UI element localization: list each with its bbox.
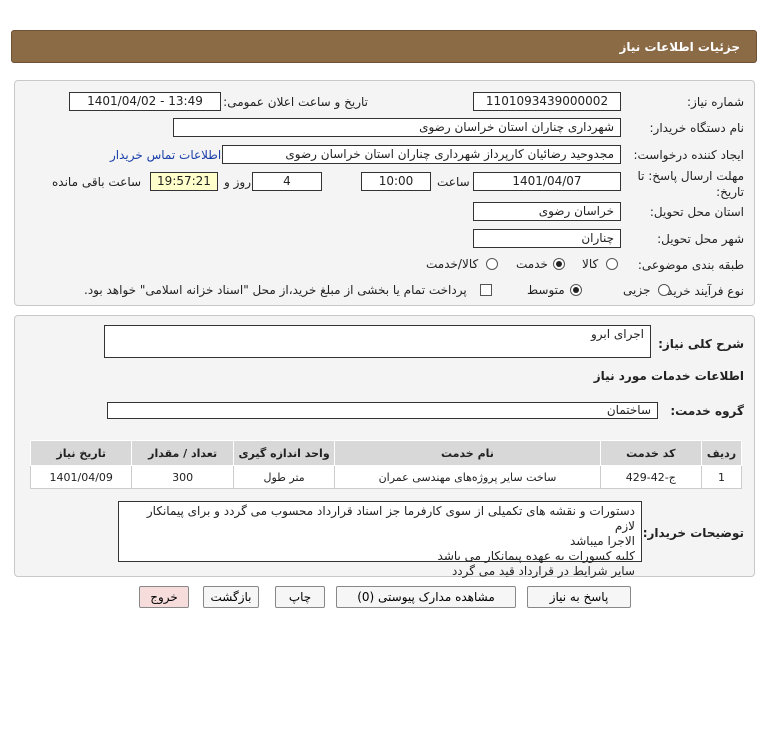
category-option-goods: کالا [582, 257, 599, 271]
col-header-quantity: تعداد / مقدار [131, 440, 234, 466]
deadline-time-field[interactable]: 10:00 [361, 172, 431, 191]
buyer-org-label: نام دستگاه خریدار: [649, 121, 745, 135]
announce-label: تاریخ و ساعت اعلان عمومی: [223, 95, 368, 109]
category-label: طبقه بندی موضوعی: [637, 258, 744, 272]
need-number-label: شماره نیاز: [687, 95, 744, 109]
cell-unit: متر طول [232, 465, 336, 489]
deadline-label: مهلت ارسال پاسخ: تا تاریخ: [637, 169, 744, 199]
province-field[interactable]: خراسان رضوی [473, 202, 621, 221]
buyer-note-line: الاجرا میباشد [569, 534, 635, 548]
process-radio-minor[interactable] [658, 284, 670, 296]
process-label: نوع فرآیند خرید : [659, 284, 744, 298]
treasury-payment-checkbox[interactable] [480, 284, 492, 296]
cell-service-name: ساخت سایر پروژه‌های مهندسی عمران [334, 465, 601, 489]
category-radio-service[interactable] [553, 258, 565, 270]
col-header-service-name: نام خدمت [334, 440, 601, 466]
announce-field[interactable]: 1401/04/02 - 13:49 [69, 92, 221, 111]
page-title: جزئیات اطلاعات نیاز [619, 40, 740, 54]
deadline-time-label: ساعت [437, 175, 470, 189]
col-header-row-number: ردیف [701, 440, 742, 466]
reply-button[interactable]: پاسخ به نیاز [527, 586, 631, 608]
category-radio-goods[interactable] [606, 258, 618, 270]
buyer-org-field[interactable]: شهرداری چناران استان خراسان رضوی [173, 118, 621, 137]
category-radio-goods-service[interactable] [486, 258, 498, 270]
treasury-payment-note: پرداخت تمام یا بخشی از مبلغ خرید،از محل … [84, 283, 467, 297]
contact-info-link[interactable]: اطلاعات تماس خریدار [110, 148, 221, 162]
cell-need-date: 1401/04/09 [29, 465, 133, 489]
page-header: جزئیات اطلاعات نیاز [11, 30, 757, 63]
cell-row-number: 1 [701, 465, 742, 489]
exit-button[interactable]: خروج [139, 586, 189, 608]
deadline-date-field[interactable]: 1401/04/07 [473, 172, 621, 191]
print-button[interactable]: چاپ [275, 586, 325, 608]
cell-quantity: 300 [131, 465, 234, 489]
need-number-field[interactable]: 1101093439000002 [473, 92, 621, 111]
city-field[interactable]: چناران [473, 229, 621, 248]
services-table: ردیف کد خدمت نام خدمت واحد اندازه گیری ت… [29, 440, 742, 489]
buyer-note-line: کلیه کسورات به عهده پیمانکار می باشد [437, 549, 635, 563]
col-header-need-date: تاریخ نیاز [29, 440, 133, 466]
city-label: شهر محل تحویل: [657, 232, 744, 246]
table-row: 1 ج-42-429 ساخت سایر پروژه‌های مهندسی عم… [29, 465, 742, 489]
days-field[interactable]: 4 [252, 172, 322, 191]
service-group-field[interactable]: ساختمان [107, 402, 658, 419]
category-option-goods-service: کالا/خدمت [426, 257, 479, 271]
need-description-field[interactable]: اجرای ابرو [104, 325, 651, 358]
remaining-time-field: 19:57:21 [150, 172, 218, 191]
back-button[interactable]: بازگشت [203, 586, 259, 608]
category-option-service: خدمت [516, 257, 548, 271]
col-header-service-code: کد خدمت [599, 440, 703, 466]
process-radio-medium[interactable] [570, 284, 582, 296]
service-group-label: گروه خدمت: [670, 404, 744, 418]
creator-label: ایجاد کننده درخواست: [633, 148, 744, 162]
cell-service-code: ج-42-429 [599, 465, 703, 489]
province-label: استان محل تحویل: [649, 205, 744, 219]
buyer-notes-box: دستورات و نقشه های تکمیلی از سوی کارفرما… [118, 501, 642, 578]
buyer-note-line: دستورات و نقشه های تکمیلی از سوی کارفرما… [146, 504, 635, 533]
services-section-title: اطلاعات خدمات مورد نیاز [593, 369, 744, 383]
buyer-notes-label: توضیحات خریدار: [642, 526, 744, 540]
remaining-label: ساعت باقی مانده [52, 175, 142, 189]
days-label: روز و [224, 175, 251, 189]
buyer-note-line: سایر شرایط در قرارداد قید می گردد [451, 564, 635, 578]
table-header-row: ردیف کد خدمت نام خدمت واحد اندازه گیری ت… [29, 440, 742, 466]
process-option-minor: جزیی [623, 283, 651, 297]
creator-field[interactable]: مجدوحید رضائیان کارپرداز شهرداری چناران … [222, 145, 621, 164]
process-option-medium: متوسط [527, 283, 565, 297]
col-header-unit: واحد اندازه گیری [232, 440, 336, 466]
view-attachments-button[interactable]: مشاهده مدارک پیوستی (0) [336, 586, 516, 608]
need-description-label: شرح کلی نیاز: [658, 337, 744, 351]
